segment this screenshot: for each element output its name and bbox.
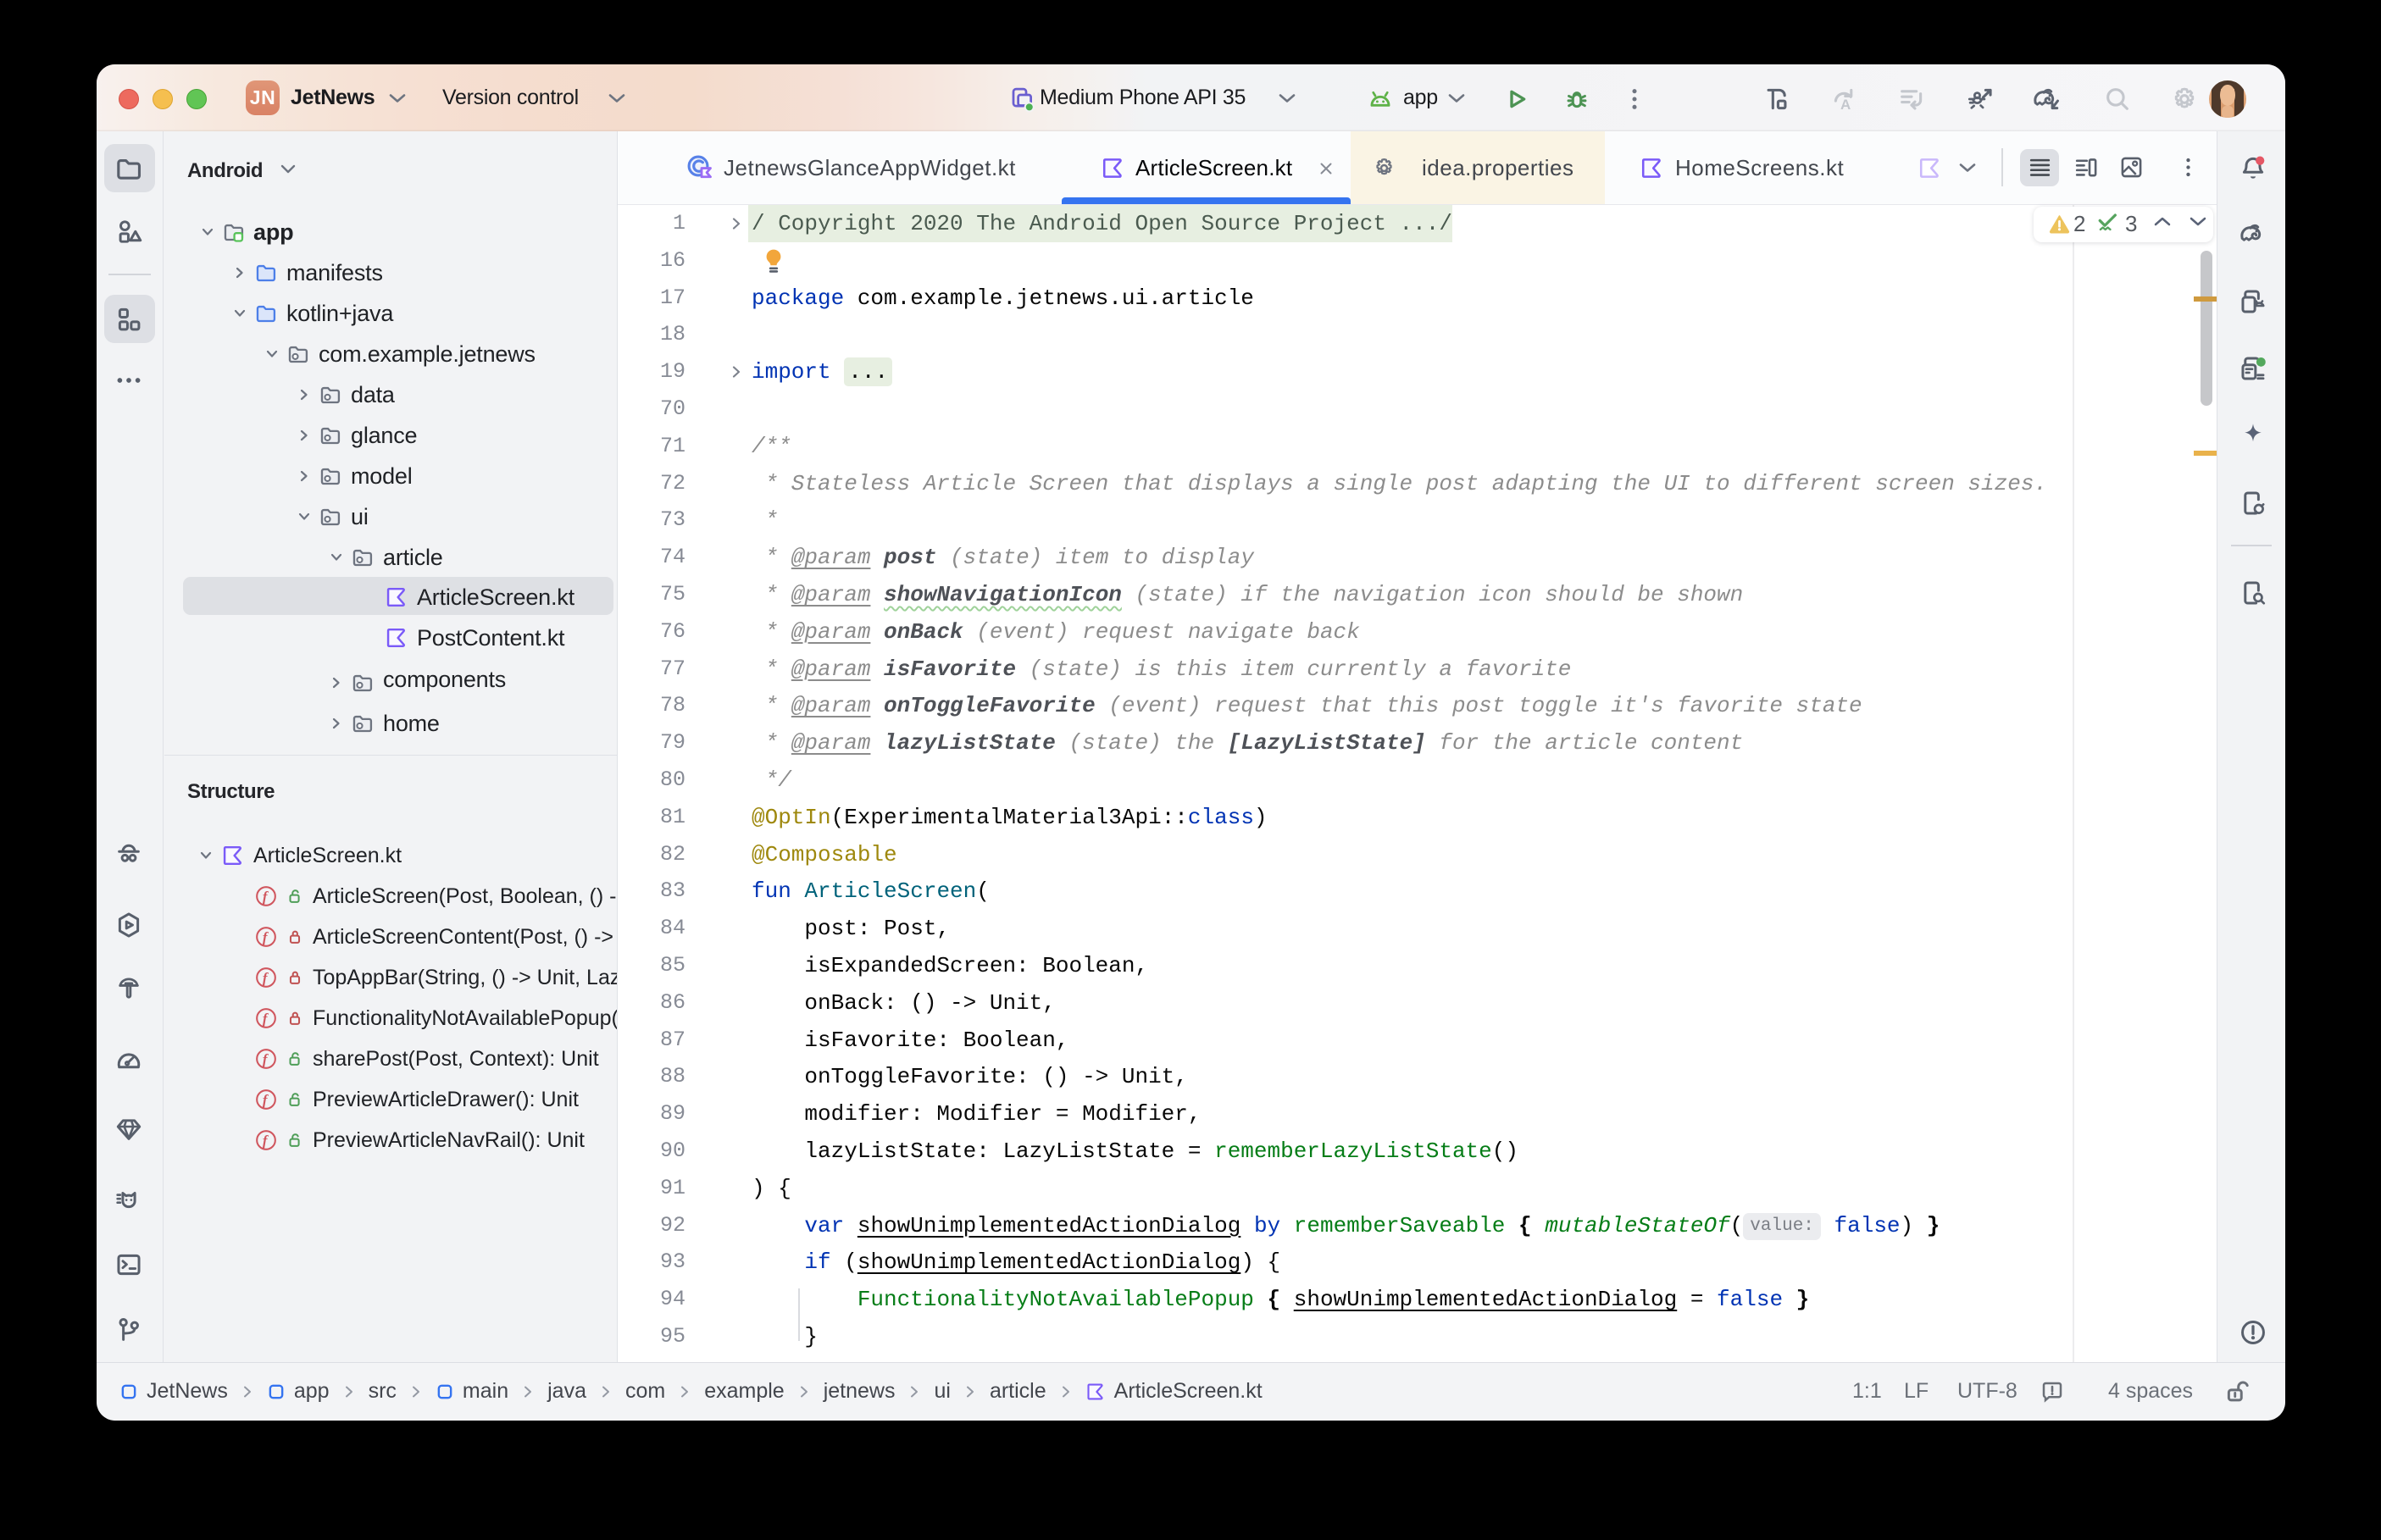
svg-text:f: f [263,929,269,945]
svg-text:A: A [1840,97,1851,113]
svg-text:f: f [263,1051,269,1067]
svg-text:f: f [263,1133,269,1149]
svg-text:f: f [263,1011,269,1027]
svg-text:f: f [263,1092,269,1108]
svg-text:f: f [263,889,269,905]
svg-text:f: f [263,970,269,986]
